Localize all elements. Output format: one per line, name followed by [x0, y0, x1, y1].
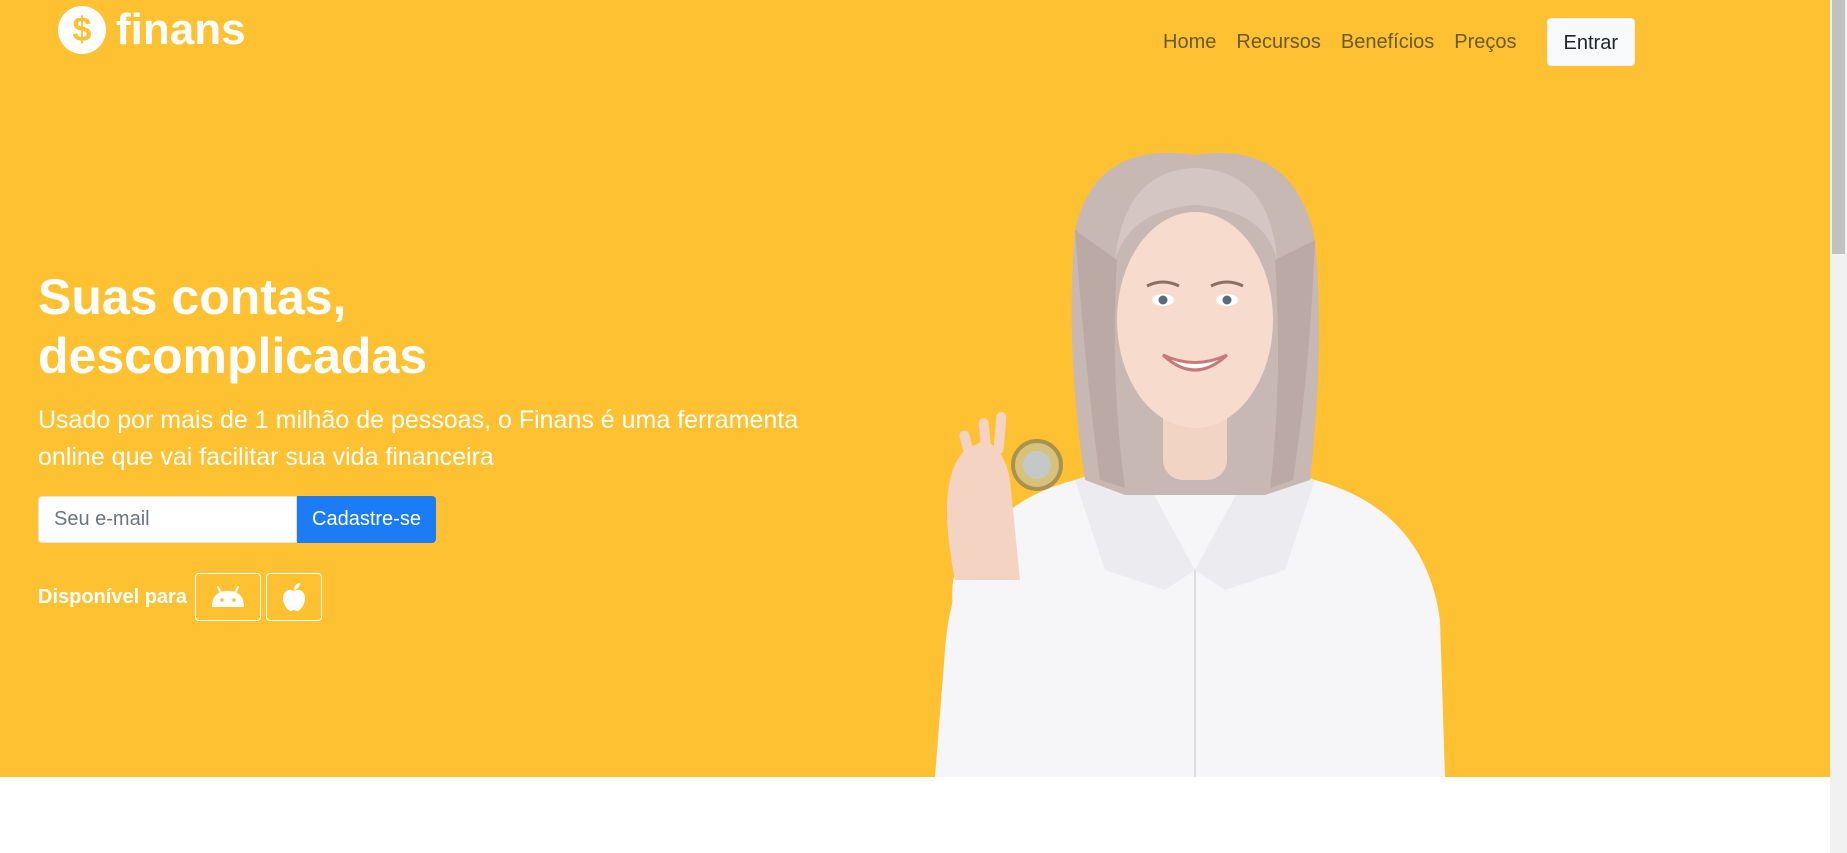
android-store-button[interactable]: [194, 573, 261, 621]
hero-headline: Suas contas, descomplicadas: [38, 269, 428, 384]
apple-store-button[interactable]: [265, 573, 322, 621]
hero-subtext: Usado por mais de 1 milhão de pessoas, o…: [38, 406, 799, 471]
dollar-icon: $: [58, 6, 106, 54]
apple-icon: [282, 583, 305, 611]
nav-link-beneficios[interactable]: Benefícios: [1341, 29, 1434, 55]
nav-link-recursos[interactable]: Recursos: [1236, 29, 1320, 55]
login-button[interactable]: Entrar: [1546, 18, 1635, 66]
scrollbar-thumb[interactable]: [1832, 0, 1845, 254]
nav-link-home[interactable]: Home: [1163, 29, 1216, 55]
email-input[interactable]: [38, 496, 297, 543]
brand-logo[interactable]: $ finans: [58, 6, 246, 54]
main-nav: Home Recursos Benefícios Preços Entrar: [1143, 18, 1635, 66]
signup-form: Cadastre-se: [38, 496, 436, 543]
available-label: Disponível para: [38, 585, 187, 608]
signup-button[interactable]: Cadastre-se: [297, 496, 436, 543]
available-platforms: Disponível para: [38, 573, 327, 621]
android-icon: [211, 586, 244, 607]
brand-name: finans: [116, 5, 246, 54]
hero-section: $ finans Home Recursos Benefícios Preços…: [0, 0, 1830, 777]
page-scrollbar[interactable]: [1830, 0, 1847, 853]
page: $ finans Home Recursos Benefícios Preços…: [0, 0, 1830, 853]
nav-link-precos[interactable]: Preços: [1454, 29, 1516, 55]
hero-woman-image: [935, 152, 1445, 777]
